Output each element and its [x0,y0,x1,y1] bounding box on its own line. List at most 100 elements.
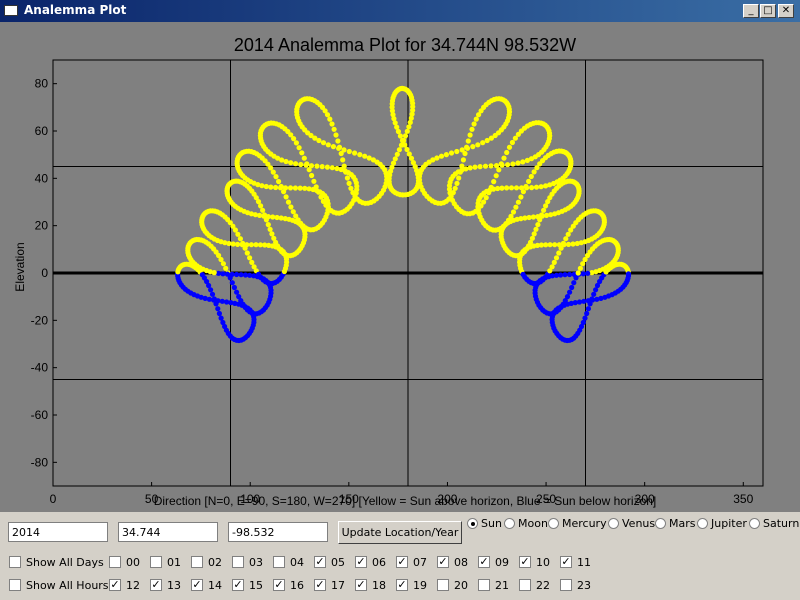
radio-jupiter[interactable]: Jupiter [697,516,747,530]
checkbox-box[interactable] [9,579,21,591]
show-all-hours-label: Show All Hours [26,578,109,592]
data-point [270,169,276,175]
radio-mars[interactable]: Mars [655,516,696,530]
checkbox-box[interactable]: ✓ [355,579,367,591]
data-point [402,133,409,139]
checkbox-box[interactable] [560,579,572,591]
y-tick-label: 80 [35,77,49,91]
data-point [292,185,298,191]
radio-venus[interactable]: Venus [608,516,655,530]
checkbox-box[interactable]: ✓ [355,556,367,568]
hour-checkbox-22[interactable]: 22 [519,578,550,592]
checkbox-box[interactable]: ✓ [109,579,121,591]
hour-label: 00 [126,555,140,569]
hour-checkbox-13[interactable]: ✓ 13 [150,578,181,592]
checkbox-box[interactable] [478,579,490,591]
hour-checkbox-20[interactable]: 20 [437,578,468,592]
data-point [406,124,412,130]
radio-mercury[interactable]: Mercury [548,516,607,530]
hour-checkbox-16[interactable]: ✓ 16 [273,578,304,592]
radio-circle[interactable] [749,517,760,529]
data-point [510,209,517,215]
hour-checkbox-12[interactable]: ✓ 12 [109,578,140,592]
hour-checkbox-10[interactable]: ✓ 10 [519,555,550,569]
hour-checkbox-15[interactable]: ✓ 15 [232,578,263,592]
hour-checkbox-17[interactable]: ✓ 17 [314,578,345,592]
data-point [529,185,535,191]
maximize-button[interactable]: □ [760,4,776,18]
checkbox-box[interactable] [273,556,285,568]
radio-circle[interactable] [504,517,515,529]
checkbox-box[interactable]: ✓ [437,556,449,568]
hour-checkbox-23[interactable]: 23 [560,578,591,592]
checkbox-box[interactable] [9,556,21,568]
checkbox-box[interactable]: ✓ [396,579,408,591]
hour-checkbox-00[interactable]: 00 [109,555,140,569]
radio-circle[interactable] [608,517,619,529]
data-point [585,270,591,276]
data-point [288,160,294,166]
checkbox-box[interactable]: ✓ [560,556,572,568]
radio-circle[interactable] [467,517,478,529]
data-point [567,289,573,295]
hour-checkbox-03[interactable]: 03 [232,555,263,569]
checkbox-box[interactable] [150,556,162,568]
hour-checkbox-19[interactable]: ✓ 19 [396,578,427,592]
checkbox-box[interactable] [519,579,531,591]
hour-checkbox-18[interactable]: ✓ 18 [355,578,386,592]
data-point [282,185,289,191]
radio-circle[interactable] [697,517,708,529]
hour-checkbox-14[interactable]: ✓ 14 [191,578,222,592]
update-location-button[interactable]: Update Location/Year [338,521,462,544]
hour-checkbox-05[interactable]: ✓ 05 [314,555,345,569]
radio-circle[interactable] [548,517,559,529]
checkbox-box[interactable]: ✓ [232,579,244,591]
radio-circle[interactable] [655,517,666,529]
data-point [469,126,475,132]
data-point [313,184,319,190]
checkbox-box[interactable]: ✓ [519,556,531,568]
data-point [220,261,226,267]
checkbox-box[interactable]: ✓ [396,556,408,568]
hour-checkbox-06[interactable]: ✓ 06 [355,555,386,569]
y-tick-label: -20 [31,313,49,327]
data-point [481,199,487,205]
y-tick-label: 60 [35,124,49,138]
checkbox-box[interactable] [191,556,203,568]
checkbox-box[interactable] [109,556,121,568]
latitude-input[interactable] [118,522,218,542]
radio-moon[interactable]: Moon [504,516,548,530]
hour-checkbox-11[interactable]: ✓ 11 [560,555,591,569]
checkbox-box[interactable]: ✓ [273,579,285,591]
data-point [452,185,458,191]
show-all-hours-checkbox[interactable]: Show All Hours [9,578,109,592]
minimize-button[interactable]: _ [743,4,759,18]
checkbox-box[interactable]: ✓ [478,556,490,568]
hour-checkbox-08[interactable]: ✓ 08 [437,555,468,569]
checkbox-box[interactable] [232,556,244,568]
radio-saturn[interactable]: Saturn [749,516,799,530]
radio-sun[interactable]: Sun [467,516,502,530]
year-input[interactable] [8,522,108,542]
data-point [329,121,335,127]
data-point [288,204,294,210]
close-button[interactable]: ✕ [778,4,794,18]
data-point [556,250,562,256]
checkbox-box[interactable]: ✓ [191,579,203,591]
hour-checkbox-07[interactable]: ✓ 07 [396,555,427,569]
checkbox-box[interactable]: ✓ [314,579,326,591]
checkbox-box[interactable] [437,579,449,591]
data-point [483,195,489,201]
hour-checkbox-21[interactable]: 21 [478,578,509,592]
app-icon [4,5,18,16]
hour-checkbox-02[interactable]: 02 [191,555,222,569]
hour-checkbox-04[interactable]: 04 [273,555,304,569]
longitude-input[interactable] [228,522,328,542]
show-all-days-checkbox[interactable]: Show All Days [9,555,104,569]
hour-checkbox-01[interactable]: 01 [150,555,181,569]
checkbox-box[interactable]: ✓ [314,556,326,568]
hour-checkbox-09[interactable]: ✓ 09 [478,555,509,569]
data-point [309,172,315,179]
data-point [502,98,508,104]
checkbox-box[interactable]: ✓ [150,579,162,591]
